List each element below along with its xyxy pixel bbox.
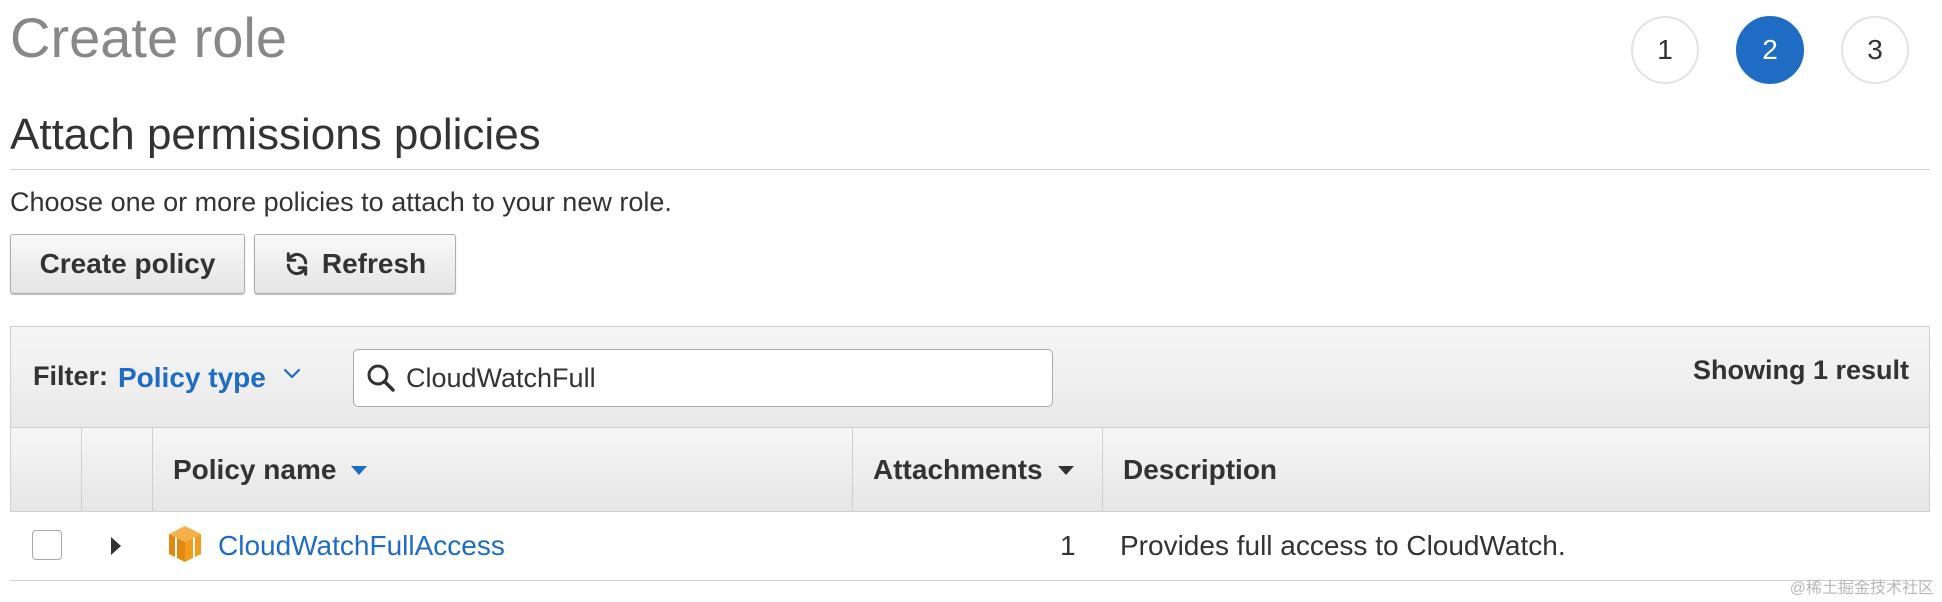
- aws-managed-policy-cube-icon: [169, 526, 201, 562]
- column-header-description[interactable]: Description: [1123, 454, 1277, 486]
- table-row[interactable]: CloudWatchFullAccess 1 Provides full acc…: [10, 512, 1930, 580]
- search-icon: [367, 364, 395, 392]
- policy-description: Provides full access to CloudWatch.: [1120, 530, 1566, 561]
- expand-row-icon[interactable]: [110, 536, 122, 556]
- step-1[interactable]: 1: [1631, 16, 1699, 84]
- column-divider: [152, 428, 153, 511]
- step-3[interactable]: 3: [1841, 16, 1909, 84]
- column-divider: [852, 428, 853, 511]
- step-2-active[interactable]: 2: [1736, 16, 1804, 84]
- policy-search-input[interactable]: [406, 358, 1036, 398]
- create-policy-label: Create policy: [39, 248, 216, 279]
- create-policy-button[interactable]: Create policy: [10, 234, 245, 294]
- result-count: Showing 1 result: [1692, 355, 1909, 385]
- column-divider: [1102, 428, 1103, 511]
- sort-descending-icon: [351, 466, 368, 475]
- sort-caret-icon: [1057, 466, 1074, 475]
- policy-name-link[interactable]: CloudWatchFullAccess: [218, 530, 505, 562]
- filter-label: Filter:: [33, 361, 109, 391]
- refresh-label: Refresh: [321, 248, 427, 279]
- column-divider: [81, 428, 82, 511]
- column-header-policy-name[interactable]: Policy name: [173, 454, 368, 486]
- filter-bar: Filter: Policy type Showing 1 result: [10, 326, 1930, 428]
- policy-table-header: Policy name Attachments Description: [10, 428, 1930, 512]
- attachments-count: 1: [1060, 530, 1076, 561]
- column-header-attachments[interactable]: Attachments: [873, 454, 1075, 486]
- page-title: Create role: [10, 6, 288, 69]
- column-header-description-label: Description: [1123, 454, 1278, 485]
- column-header-attachments-label: Attachments: [873, 454, 1043, 485]
- section-divider: [10, 169, 1930, 170]
- section-subtitle: Choose one or more policies to attach to…: [10, 187, 672, 217]
- watermark-text: @稀土掘金技术社区: [1789, 580, 1934, 597]
- row-select-checkbox[interactable]: [32, 530, 62, 560]
- refresh-icon: [286, 252, 308, 276]
- search-box[interactable]: [353, 349, 1053, 407]
- section-title: Attach permissions policies: [10, 110, 541, 159]
- chevron-down-icon[interactable]: [283, 368, 301, 380]
- row-divider: [10, 580, 1930, 581]
- policy-type-filter-dropdown[interactable]: Policy type: [118, 362, 266, 394]
- column-header-policy-name-label: Policy name: [173, 454, 337, 485]
- refresh-button[interactable]: Refresh: [254, 234, 456, 294]
